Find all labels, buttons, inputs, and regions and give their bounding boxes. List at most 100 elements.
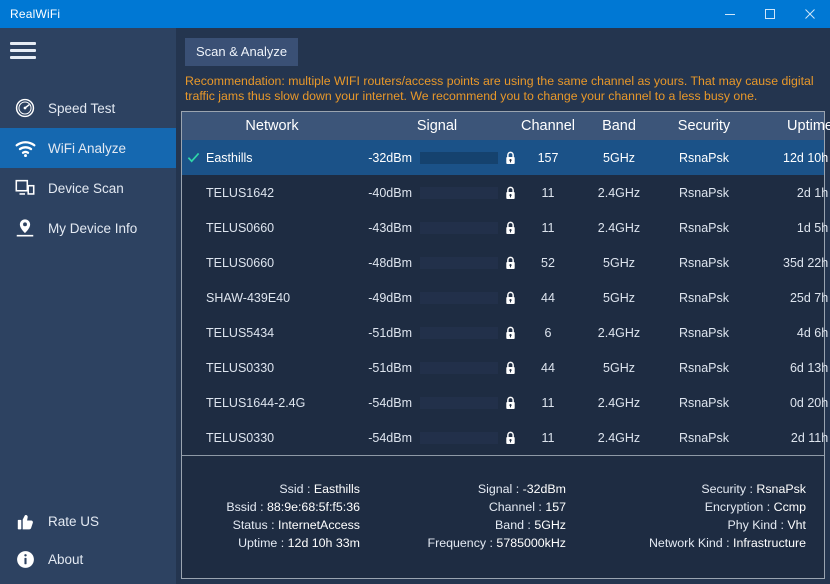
table-row[interactable]: TELUS0330-54dBm112.4GHzRsnaPsk2d 11h 14m: [182, 420, 824, 455]
column-header-signal[interactable]: Signal: [362, 118, 512, 134]
menu-toggle-button[interactable]: [0, 28, 176, 72]
table-header: Network Signal Channel Band Security Upt…: [182, 112, 824, 140]
column-header-network[interactable]: Network: [182, 118, 362, 134]
maximize-icon: [764, 8, 776, 20]
cell-uptime: 2d 11h 14m: [754, 431, 830, 445]
signal-strength-bar: [420, 187, 498, 199]
detail-value: -32dBm: [523, 482, 566, 496]
cell-security: RsnaPsk: [654, 221, 754, 235]
cell-signal-dbm: -32dBm: [362, 151, 420, 165]
table-row[interactable]: TELUS0660-43dBm112.4GHzRsnaPsk1d 5h 17m: [182, 210, 824, 245]
detail-label: Phy Kind :: [727, 518, 787, 532]
detail-row: Band : 5GHz: [398, 518, 566, 532]
wifi-icon: [8, 137, 42, 160]
detail-value: 88:9e:68:5f:f5:36: [267, 500, 360, 514]
cell-uptime: 0d 20h 13m: [754, 396, 830, 410]
detail-label: Frequency :: [428, 536, 497, 550]
cell-signal-dbm: -49dBm: [362, 291, 420, 305]
cell-signal-dbm: -51dBm: [362, 326, 420, 340]
cell-channel: 44: [512, 361, 584, 375]
detail-row: Security : RsnaPsk: [608, 482, 806, 496]
detail-label: Signal :: [478, 482, 523, 496]
cell-uptime: 25d 7h 51m: [754, 291, 830, 305]
sidebar-item-label: About: [42, 552, 83, 567]
cell-band: 2.4GHz: [584, 186, 654, 200]
hamburger-icon: [10, 38, 36, 63]
sidebar-item-speed-test[interactable]: Speed Test: [0, 88, 176, 128]
scan-and-analyze-button[interactable]: Scan & Analyze: [185, 38, 298, 66]
minimize-icon: [724, 8, 736, 20]
cell-network: Easthills: [204, 151, 253, 165]
detail-label: Network Kind :: [649, 536, 733, 550]
cell-network: TELUS0660: [204, 221, 274, 235]
detail-label: Ssid :: [279, 482, 313, 496]
detail-label: Channel :: [489, 500, 545, 514]
cell-signal-dbm: -54dBm: [362, 431, 420, 445]
table-row[interactable]: TELUS0660-48dBm525GHzRsnaPsk35d 22h 32m: [182, 245, 824, 280]
sidebar-item-rate-us[interactable]: Rate US: [0, 502, 176, 540]
cell-band: 5GHz: [584, 151, 654, 165]
column-header-security[interactable]: Security: [654, 118, 754, 134]
column-header-uptime[interactable]: Uptime: [754, 118, 830, 134]
column-header-band[interactable]: Band: [584, 118, 654, 134]
detail-value: 5785000kHz: [496, 536, 566, 550]
close-icon: [804, 8, 816, 20]
table-row[interactable]: Easthills-32dBm1575GHzRsnaPsk12d 10h 33m: [182, 140, 824, 175]
cell-network: TELUS1642: [204, 186, 274, 200]
signal-strength-bar: [420, 222, 498, 234]
sidebar-item-my-device-info[interactable]: My Device Info: [0, 208, 176, 248]
details-column-3: Security : RsnaPsk Encryption : Ccmp Phy K…: [608, 482, 818, 550]
title-bar: RealWiFi: [0, 0, 830, 28]
detail-value: InternetAccess: [278, 518, 360, 532]
cell-band: 2.4GHz: [584, 396, 654, 410]
cell-uptime: 6d 13h 40m: [754, 361, 830, 375]
cell-network: TELUS0330: [204, 361, 274, 375]
sidebar-item-wifi-analyze[interactable]: WiFi Analyze: [0, 128, 176, 168]
cell-channel: 6: [512, 326, 584, 340]
detail-label: Band :: [495, 518, 534, 532]
table-row[interactable]: TELUS1644-2.4G-54dBm112.4GHzRsnaPsk0d 20…: [182, 385, 824, 420]
sidebar-nav: Speed Test WiFi Analyze: [0, 88, 176, 248]
signal-strength-bar: [420, 397, 498, 409]
cell-security: RsnaPsk: [654, 396, 754, 410]
cell-network: TELUS1644-2.4G: [204, 396, 305, 410]
detail-value: Easthills: [314, 482, 360, 496]
cell-security: RsnaPsk: [654, 186, 754, 200]
signal-strength-bar: [420, 257, 498, 269]
table-row[interactable]: TELUS0330-51dBm445GHzRsnaPsk6d 13h 40m: [182, 350, 824, 385]
table-row[interactable]: SHAW-439E40-49dBm445GHzRsnaPsk25d 7h 51m: [182, 280, 824, 315]
network-details-panel: Ssid : EasthillsBssid : 88:9e:68:5f:f5:3…: [182, 455, 824, 578]
cell-security: RsnaPsk: [654, 361, 754, 375]
column-header-channel[interactable]: Channel: [512, 118, 584, 134]
details-column-2: Signal : -32dBm Channel : 157 Band : 5GHz F…: [398, 482, 608, 550]
sidebar-item-about[interactable]: About: [0, 540, 176, 578]
cell-channel: 157: [512, 151, 584, 165]
cell-network: TELUS5434: [204, 326, 274, 340]
cell-channel: 52: [512, 256, 584, 270]
signal-strength-bar: [420, 152, 498, 164]
table-row[interactable]: TELUS5434-51dBm62.4GHzRsnaPsk4d 6h 50m: [182, 315, 824, 350]
detail-row: Network Kind : Infrastructure: [608, 536, 806, 550]
cell-band: 5GHz: [584, 256, 654, 270]
detail-value: RsnaPsk: [756, 482, 806, 496]
toolbar: Scan & Analyze: [181, 28, 825, 72]
sidebar-item-label: Rate US: [42, 514, 99, 529]
maximize-button[interactable]: [750, 0, 790, 28]
sidebar-item-device-scan[interactable]: Device Scan: [0, 168, 176, 208]
cell-security: RsnaPsk: [654, 151, 754, 165]
minimize-button[interactable]: [710, 0, 750, 28]
close-button[interactable]: [790, 0, 830, 28]
sidebar: Speed Test WiFi Analyze: [0, 28, 176, 584]
detail-label: Uptime :: [238, 536, 288, 550]
table-row[interactable]: TELUS1642-40dBm112.4GHzRsnaPsk2d 1h 39m: [182, 175, 824, 210]
detail-value: 12d 10h 33m: [288, 536, 360, 550]
cell-uptime: 4d 6h 50m: [754, 326, 830, 340]
signal-strength-bar: [420, 327, 498, 339]
app-body: Speed Test WiFi Analyze: [0, 28, 830, 584]
cell-signal-dbm: -48dBm: [362, 256, 420, 270]
detail-row: Encryption : Ccmp: [608, 500, 806, 514]
cell-security: RsnaPsk: [654, 326, 754, 340]
detail-value: 157: [545, 500, 566, 514]
sidebar-item-label: WiFi Analyze: [42, 141, 126, 156]
cell-security: RsnaPsk: [654, 256, 754, 270]
